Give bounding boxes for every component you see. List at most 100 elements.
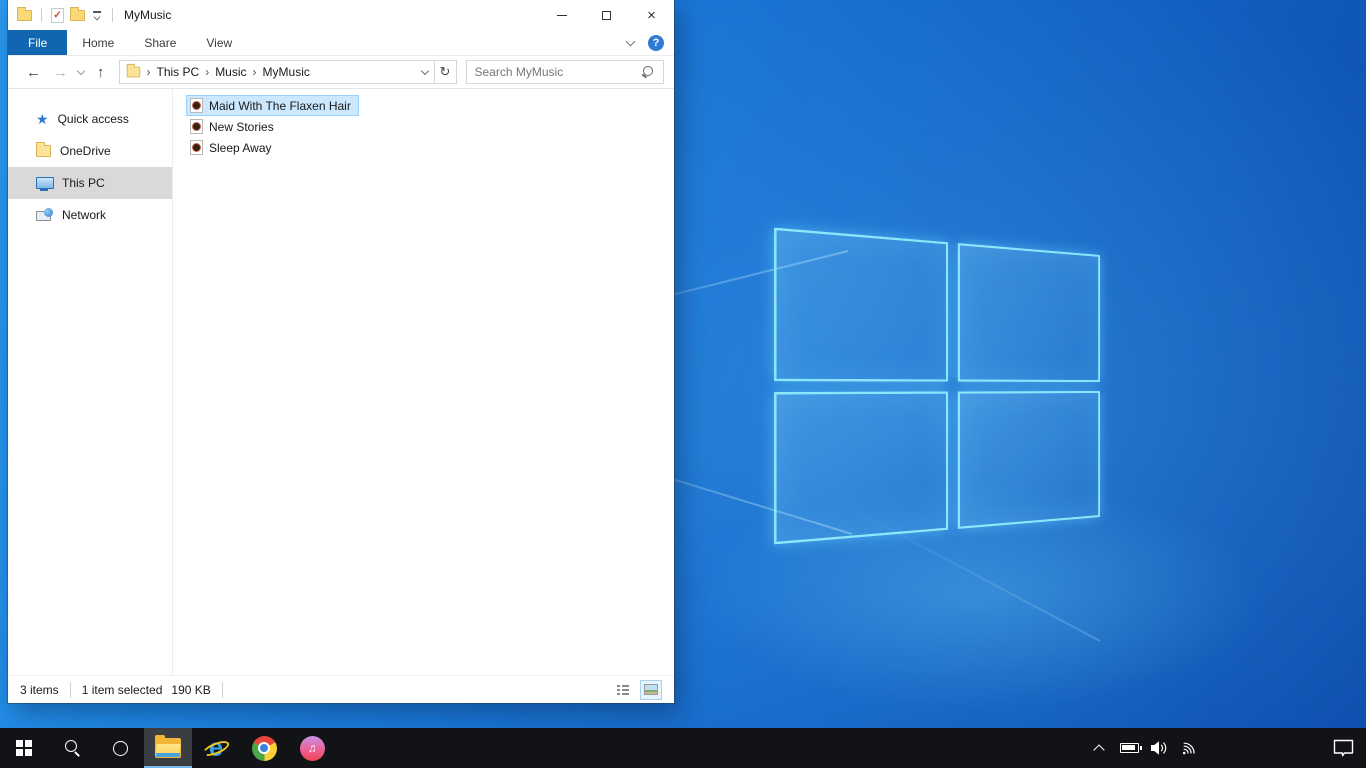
window-folder-icon <box>17 6 32 21</box>
sidebar-item-label: OneDrive <box>60 144 111 158</box>
breadcrumb-music[interactable]: Music <box>215 65 246 79</box>
breadcrumb-mymusic[interactable]: MyMusic <box>263 65 310 79</box>
file-explorer-icon <box>155 735 181 758</box>
file-item-maid-with-the-flaxen-hair[interactable]: Maid With The Flaxen Hair <box>186 95 359 116</box>
windows-start-icon <box>16 740 32 756</box>
details-view-icon <box>617 683 629 696</box>
quick-access-star-icon: ★ <box>36 111 49 127</box>
file-explorer-window: ✓ MyMusic × File Home Share View ? ← → ↑… <box>8 0 674 703</box>
file-item-new-stories[interactable]: New Stories <box>186 116 282 137</box>
help-icon[interactable]: ? <box>648 34 664 51</box>
chevron-up-icon <box>1093 744 1105 756</box>
action-center-icon <box>1333 739 1353 757</box>
cortana-button[interactable] <box>96 728 144 768</box>
window-title: MyMusic <box>124 8 172 22</box>
hidden-icons-button[interactable] <box>1086 728 1112 768</box>
up-button[interactable]: ↑ <box>91 65 111 80</box>
start-button[interactable] <box>0 728 48 768</box>
ribbon-right-controls: ? <box>625 30 674 55</box>
close-icon: × <box>647 6 656 24</box>
details-view-button[interactable] <box>612 680 634 700</box>
windows-logo-pane <box>957 390 1100 530</box>
internet-explorer-button[interactable]: e <box>192 728 240 768</box>
search-icon[interactable] <box>641 65 655 79</box>
recent-locations-dropdown-icon[interactable] <box>76 66 86 76</box>
onedrive-folder-icon <box>36 142 51 157</box>
file-name: Sleep Away <box>209 140 272 155</box>
system-tray <box>1086 728 1202 768</box>
breadcrumb-separator: › <box>252 65 257 79</box>
volume-button[interactable] <box>1146 728 1172 768</box>
breadcrumb-separator: › <box>146 65 151 79</box>
forward-button[interactable]: → <box>47 65 74 80</box>
breadcrumb-this-pc[interactable]: This PC <box>157 65 200 79</box>
sidebar-item-label: Network <box>62 208 107 222</box>
back-button[interactable]: ← <box>20 65 47 80</box>
this-pc-monitor-icon <box>36 176 54 191</box>
address-folder-icon <box>126 63 140 78</box>
thumbnails-view-button[interactable] <box>640 679 662 700</box>
sidebar-item-network[interactable]: Network <box>8 199 172 231</box>
cortana-circle-icon <box>112 740 128 756</box>
selection-size: 190 KB <box>171 682 211 697</box>
wifi-button[interactable] <box>1176 728 1202 768</box>
wifi-icon <box>1182 742 1195 755</box>
navigation-pane: ★ Quick access OneDrive This PC Network <box>8 89 173 675</box>
taskbar-search-button[interactable] <box>48 728 96 768</box>
separator <box>221 681 223 698</box>
volume-icon <box>1150 741 1166 755</box>
view-toggles <box>612 679 662 700</box>
audio-file-icon <box>190 140 203 155</box>
separator <box>69 681 71 698</box>
selection-count: 1 item selected <box>81 682 163 697</box>
new-folder-icon[interactable] <box>70 6 85 21</box>
search-box[interactable] <box>465 60 664 84</box>
title-bar[interactable]: ✓ MyMusic × <box>8 0 674 30</box>
minimize-icon <box>556 14 567 16</box>
windows-logo <box>773 227 1100 545</box>
chrome-button[interactable] <box>240 728 288 768</box>
refresh-button[interactable]: ↻ <box>434 60 457 84</box>
file-name: New Stories <box>209 119 274 134</box>
search-icon <box>63 739 81 757</box>
tab-share[interactable]: Share <box>129 30 191 55</box>
minimize-button[interactable] <box>539 0 584 30</box>
battery-icon <box>1119 743 1142 753</box>
properties-check-icon[interactable]: ✓ <box>51 7 64 23</box>
tab-home[interactable]: Home <box>67 30 129 55</box>
ribbon-tabs: File Home Share View ? <box>8 30 674 56</box>
tab-view[interactable]: View <box>191 30 247 55</box>
file-name: Maid With The Flaxen Hair <box>209 98 351 113</box>
check-glyph: ✓ <box>53 9 62 21</box>
action-center-button[interactable] <box>1320 728 1366 768</box>
sidebar-item-this-pc[interactable]: This PC <box>8 167 172 199</box>
status-bar: 3 items 1 item selected 190 KB <box>8 675 674 703</box>
itunes-button[interactable]: ♫ <box>288 728 336 768</box>
items-count: 3 items <box>20 682 59 697</box>
taskbar: e ♫ <box>0 728 1366 768</box>
chrome-icon <box>251 735 277 761</box>
windows-logo-pane <box>773 390 948 545</box>
sidebar-item-label: Quick access <box>57 112 129 126</box>
close-button[interactable]: × <box>629 0 674 30</box>
network-icon <box>36 208 53 222</box>
maximize-button[interactable] <box>584 0 629 30</box>
internet-explorer-icon: e <box>200 735 232 761</box>
minimize-ribbon-icon[interactable] <box>625 36 636 46</box>
window-controls: × <box>539 0 674 30</box>
customize-qat-dropdown-icon[interactable] <box>91 10 103 20</box>
search-input[interactable] <box>474 65 641 79</box>
file-item-sleep-away[interactable]: Sleep Away <box>186 137 280 158</box>
battery-button[interactable] <box>1116 728 1142 768</box>
sidebar-item-quick-access[interactable]: ★ Quick access <box>8 103 172 135</box>
tab-file[interactable]: File <box>8 30 68 55</box>
taskbar-file-explorer-button[interactable] <box>144 728 192 768</box>
address-bar[interactable]: › This PC › Music › MyMusic <box>118 60 435 84</box>
navigation-bar: ← → ↑ › This PC › Music › MyMusic ↻ <box>8 56 674 89</box>
explorer-content: ★ Quick access OneDrive This PC Network <box>8 89 674 675</box>
address-dropdown-icon[interactable] <box>420 66 429 76</box>
audio-file-icon <box>190 98 203 113</box>
sidebar-item-onedrive[interactable]: OneDrive <box>8 135 172 167</box>
windows-logo-pane <box>773 227 948 382</box>
audio-file-icon <box>190 119 203 134</box>
